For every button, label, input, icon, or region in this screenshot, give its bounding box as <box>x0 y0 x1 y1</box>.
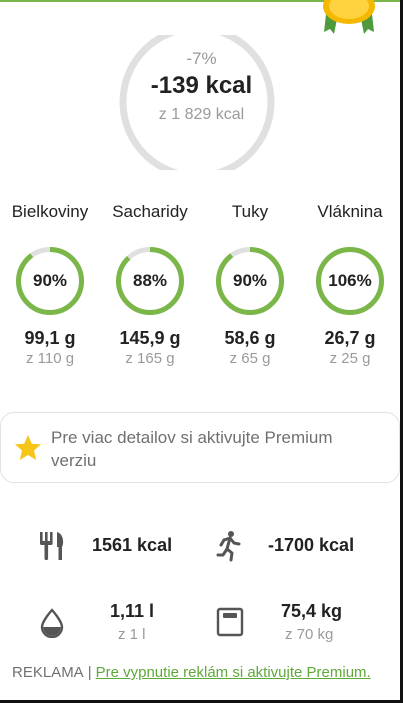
macro-value: 26,7 g <box>324 328 376 348</box>
exercise-calories: -1700 kcal <box>268 535 355 555</box>
macro-ring: 90% <box>215 246 285 316</box>
macro-value: 145,9 g <box>119 328 181 348</box>
macro-percent: 90% <box>32 271 68 290</box>
water-drop-icon <box>40 608 64 638</box>
weight-value: 75,4 kg <box>281 601 343 621</box>
macro-protein[interactable]: Bielkoviny 90% 99,1 g z 110 g <box>0 200 100 367</box>
macro-value: 99,1 g <box>24 328 76 348</box>
calorie-balance: -139 kcal <box>150 72 253 99</box>
macro-ring: 90% <box>15 246 85 316</box>
macro-percent: 88% <box>132 271 168 290</box>
macro-goal: z 165 g <box>125 350 175 367</box>
macro-ring: 106% <box>315 246 385 316</box>
weight-goal: z 70 kg <box>285 626 334 643</box>
running-icon <box>216 531 241 562</box>
water-value: 1,11 l <box>110 601 155 621</box>
macro-name: Bielkoviny <box>11 202 89 221</box>
calorie-percent: -7% <box>186 49 217 68</box>
ad-bar: REKLAMA | Pre vypnutie reklám si aktivujte… <box>12 664 371 681</box>
macro-percent: 90% <box>232 271 268 290</box>
macro-fiber[interactable]: Vláknina 106% 26,7 g z 25 g <box>300 200 400 367</box>
ad-separator: | <box>87 664 92 681</box>
food-calories: 1561 kcal <box>92 535 173 555</box>
macro-name: Vláknina <box>317 202 383 221</box>
macro-carbs[interactable]: Sacharidy 88% 145,9 g z 165 g <box>100 200 200 367</box>
macro-percent: 106% <box>328 271 372 290</box>
star-icon <box>15 435 41 460</box>
macro-goal: z 25 g <box>329 350 371 367</box>
macro-name: Tuky <box>231 202 269 221</box>
macro-goal: z 110 g <box>25 350 75 367</box>
fork-knife-icon <box>40 532 64 560</box>
macro-ring: 88% <box>115 246 185 316</box>
scale-icon <box>216 607 244 637</box>
medal-icon[interactable] <box>318 0 380 34</box>
macro-goal: z 65 g <box>229 350 271 367</box>
macro-value: 58,6 g <box>224 328 276 348</box>
macro-fat[interactable]: Tuky 90% 58,6 g z 65 g <box>200 200 300 367</box>
premium-promo-card[interactable]: Pre viac detailov si aktivujte Premium v… <box>0 412 400 483</box>
macro-name: Sacharidy <box>112 202 188 221</box>
remove-ads-link[interactable]: Pre vypnutie reklám si aktivujte Premium… <box>96 664 371 681</box>
ad-label: REKLAMA <box>12 664 84 681</box>
premium-promo-text: Pre viac detailov si aktivujte Premium v… <box>51 428 333 470</box>
calorie-goal: z 1 829 kcal <box>158 106 245 123</box>
water-goal: z 1 l <box>118 626 146 643</box>
